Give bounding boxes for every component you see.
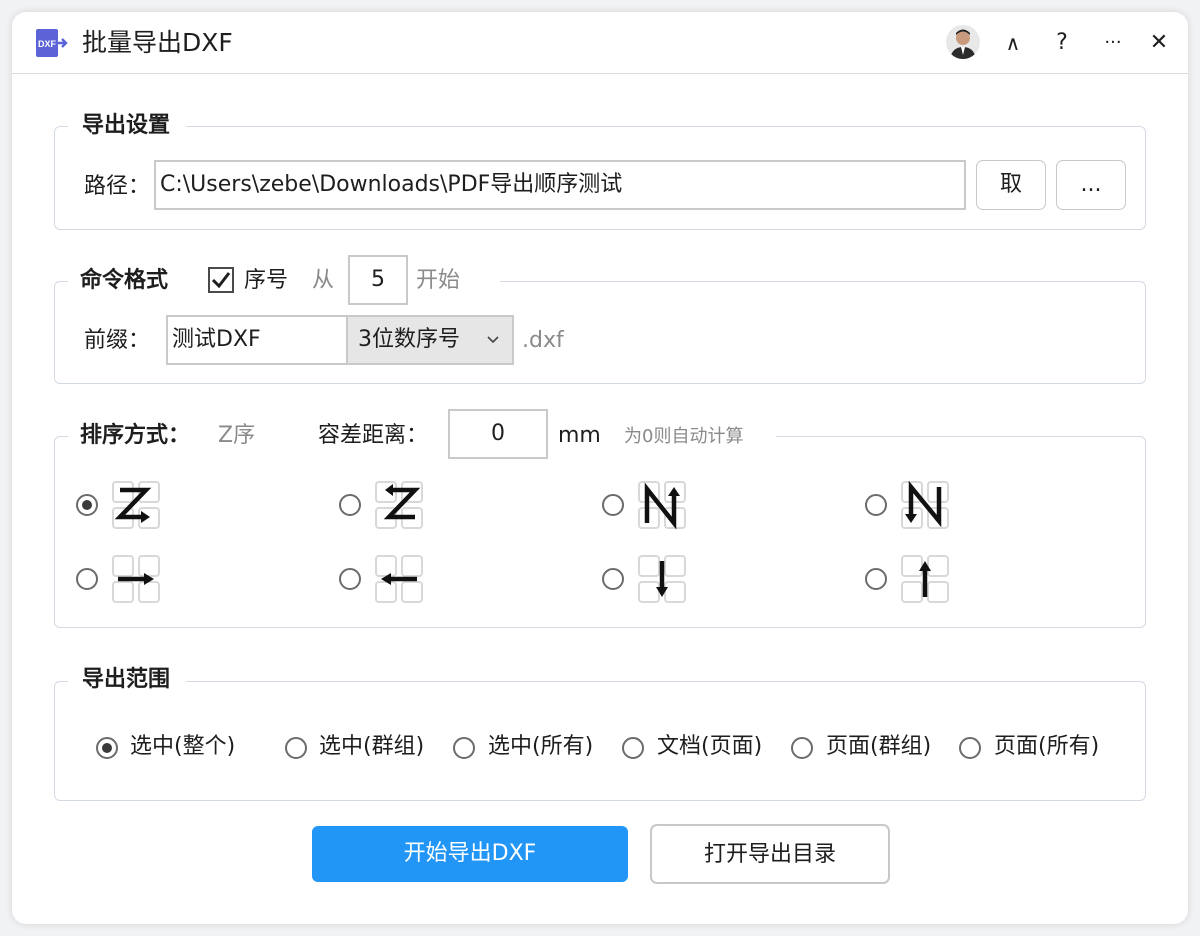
export-range-legend: 导出范围 (68, 665, 187, 695)
sort-legend: 排序方式： (80, 423, 191, 448)
sort-option-7-radio[interactable] (602, 568, 624, 590)
open-export-dir-button[interactable]: 打开导出目录 (650, 824, 890, 884)
sort-option-1-radio[interactable] (76, 494, 98, 516)
digits-select[interactable]: 3位数序号 (346, 315, 514, 365)
window-title: 批量导出DXF (82, 28, 233, 57)
fetch-path-button[interactable]: 取 (976, 160, 1046, 210)
export-settings-legend: 导出设置 (68, 111, 187, 141)
z-order-right-icon[interactable] (110, 479, 162, 531)
range-option-3-radio[interactable] (453, 737, 475, 759)
range-option-5-radio[interactable] (791, 737, 813, 759)
range-option-1-radio[interactable] (96, 737, 118, 759)
tolerance-hint: 为0则自动计算 (624, 426, 744, 447)
range-option-1-label[interactable]: 选中(整个) (130, 732, 235, 762)
dxf-export-icon: DXF (36, 29, 68, 57)
checkmark-icon (211, 272, 231, 289)
column-up-icon[interactable] (899, 553, 951, 605)
range-option-4-radio[interactable] (622, 737, 644, 759)
collapse-button[interactable]: ∧ (996, 26, 1030, 60)
sort-option-4-radio[interactable] (865, 494, 887, 516)
sort-group (54, 436, 1146, 628)
dialog-window: DXF 批量导出DXF ∧ ? ··· ✕ 导出设置 路径： C:\Users\… (12, 12, 1188, 924)
digits-select-value: 3位数序号 (358, 327, 460, 352)
tolerance-unit: mm (558, 423, 601, 448)
range-option-5-label[interactable]: 页面(群组) (826, 732, 931, 762)
svg-text:DXF: DXF (38, 39, 57, 49)
path-input[interactable]: C:\Users\zebe\Downloads\PDF导出顺序测试 (154, 160, 966, 210)
sequence-label: 序号 (244, 268, 289, 293)
sort-option-3-radio[interactable] (602, 494, 624, 516)
start-export-button[interactable]: 开始导出DXF (312, 826, 628, 882)
prefix-label: 前缀： (84, 328, 151, 353)
path-label: 路径： (84, 174, 151, 199)
n-order-up-icon[interactable] (636, 479, 688, 531)
prefix-input[interactable]: 测试DXF (166, 315, 348, 365)
row-left-icon[interactable] (373, 553, 425, 605)
user-avatar[interactable] (946, 25, 980, 59)
help-button[interactable]: ? (1045, 26, 1079, 60)
n-order-down-icon[interactable] (899, 479, 951, 531)
sort-option-5-radio[interactable] (76, 568, 98, 590)
range-option-2-radio[interactable] (285, 737, 307, 759)
column-down-icon[interactable] (636, 553, 688, 605)
z-order-left-icon[interactable] (373, 479, 425, 531)
row-right-icon[interactable] (110, 553, 162, 605)
tolerance-label: 容差距离： (318, 423, 429, 448)
range-option-6-radio[interactable] (959, 737, 981, 759)
extension-label: .dxf (522, 328, 564, 353)
sort-option-6-radio[interactable] (339, 568, 361, 590)
range-option-6-label[interactable]: 页面(所有) (994, 732, 1099, 762)
title-bar: DXF 批量导出DXF ∧ ? ··· ✕ (12, 12, 1188, 74)
tolerance-input[interactable]: 0 (448, 409, 548, 459)
start-suffix-label: 开始 (416, 268, 461, 293)
range-option-2-label[interactable]: 选中(群组) (319, 732, 424, 762)
sequence-checkbox[interactable] (208, 267, 234, 293)
browse-button[interactable]: ... (1056, 160, 1126, 210)
close-button[interactable]: ✕ (1142, 26, 1176, 60)
command-format-legend: 命令格式 (80, 268, 169, 293)
range-option-3-label[interactable]: 选中(所有) (488, 732, 593, 762)
avatar-icon (950, 29, 976, 59)
sort-option-2-radio[interactable] (339, 494, 361, 516)
chevron-down-icon (487, 336, 499, 344)
sort-option-8-radio[interactable] (865, 568, 887, 590)
start-number-input[interactable]: 5 (348, 255, 408, 305)
sort-current-mode: Z序 (218, 423, 256, 448)
range-option-4-label[interactable]: 文档(页面) (657, 732, 762, 762)
more-button[interactable]: ··· (1096, 26, 1130, 60)
from-label: 从 (312, 268, 335, 293)
